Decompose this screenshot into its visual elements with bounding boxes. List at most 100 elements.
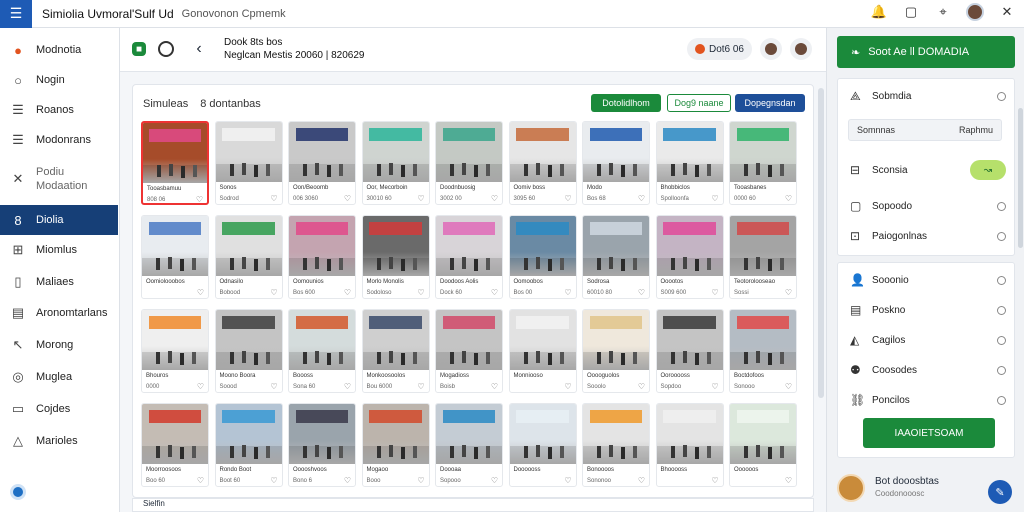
favorite-icon[interactable]: ♡ [197, 476, 204, 485]
option-row[interactable]: ⊡ Paiogonlnas [850, 225, 1006, 247]
asset-card[interactable]: Mogadioss Boisb ♡ [435, 309, 503, 393]
asset-card[interactable]: Oomounios Bos 600 ♡ [288, 215, 356, 299]
user-avatar[interactable] [966, 3, 984, 21]
asset-card[interactable]: Oomiolooobos ♡ [141, 215, 209, 299]
radio-button[interactable] [997, 91, 1006, 101]
favorite-icon[interactable]: ♡ [344, 476, 351, 485]
favorite-icon[interactable]: ♡ [564, 194, 571, 203]
option-row[interactable]: ◭ Cagilos [850, 329, 1006, 351]
favorite-icon[interactable]: ♡ [491, 288, 498, 297]
favorite-icon[interactable]: ♡ [417, 476, 424, 485]
asset-card[interactable]: Bhouros 0000 ♡ [141, 309, 209, 393]
favorite-icon[interactable]: ♡ [785, 382, 792, 391]
sidebar-item-podiu[interactable]: ✕ Podiu Modaation [0, 162, 118, 196]
option-row[interactable]: ⚉ Coosodes [850, 359, 1006, 381]
option-row[interactable]: ⊟ Sconsia ↝ [850, 159, 1006, 181]
asset-card[interactable]: Boooss Sona 60 ♡ [288, 309, 356, 393]
asset-card[interactable]: Bhobbiclos Spolloonfa ♡ [655, 121, 724, 205]
asset-card[interactable]: Oorooooss Sopdoo ♡ [655, 309, 724, 393]
asset-card[interactable]: Odnasilo Bobood ♡ [214, 215, 283, 299]
option-row[interactable]: ▢ Sopoodo [850, 195, 1006, 217]
status-dot-icon[interactable] [10, 484, 26, 500]
favorite-icon[interactable]: ♡ [270, 382, 277, 391]
favorite-icon[interactable]: ♡ [197, 382, 204, 391]
favorite-icon[interactable]: ♡ [711, 288, 718, 297]
radio-button[interactable] [997, 365, 1006, 375]
favorite-icon[interactable]: ♡ [270, 288, 277, 297]
sidebar-item-modnotia[interactable]: ● Modnotia [0, 36, 118, 64]
sidebar-item-maliaes[interactable]: ▯ Maliaes [0, 268, 118, 296]
sidebar-item-muglea[interactable]: ◎ Muglea [0, 363, 118, 391]
sidebar-item-modonrans[interactable]: ☰ Modonrans [0, 126, 118, 154]
radio-button[interactable] [997, 275, 1006, 285]
favorite-icon[interactable]: ♡ [711, 382, 718, 391]
asset-card[interactable]: Doooaa Sopooo ♡ [435, 403, 503, 487]
asset-card[interactable]: Moono Boora Soood ♡ [214, 309, 283, 393]
back-icon[interactable]: ‹ [190, 40, 208, 58]
asset-card[interactable]: Oor, Mecorboin 30010 60 ♡ [361, 121, 430, 205]
asset-card[interactable]: Morlo Monolis Sodoloso ♡ [361, 215, 430, 299]
secondary-action-button[interactable]: Dog9 naane [667, 94, 731, 112]
favorite-icon[interactable]: ♡ [197, 288, 204, 297]
record-button[interactable] [158, 41, 174, 57]
favorite-icon[interactable]: ♡ [196, 195, 203, 203]
asset-card[interactable]: Ooootos S009 600 ♡ [655, 215, 724, 299]
option-row[interactable]: ▤ Poskno [850, 299, 1006, 321]
favorite-icon[interactable]: ♡ [417, 288, 424, 297]
tab-dontanbas[interactable]: 8 dontanbas [200, 95, 261, 113]
app-badge-icon[interactable]: ■ [132, 42, 146, 56]
favorite-icon[interactable]: ♡ [491, 476, 498, 485]
favorite-icon[interactable]: ♡ [564, 382, 571, 391]
chat-fab-icon[interactable]: ✎ [988, 480, 1012, 504]
radio-button[interactable] [997, 395, 1006, 405]
toggle-switch[interactable]: ↝ [970, 160, 1006, 180]
favorite-icon[interactable]: ♡ [270, 194, 277, 203]
sidebar-item-aronomtarlans[interactable]: ▤ Aronomtarlans [0, 299, 118, 327]
radio-button[interactable] [997, 231, 1006, 241]
favorite-icon[interactable]: ♡ [564, 288, 571, 297]
avatar[interactable] [837, 474, 865, 502]
radio-button[interactable] [997, 335, 1006, 345]
asset-card[interactable]: Oon/Beoomb 006 3060 ♡ [288, 121, 356, 205]
sidebar-item-miomlus[interactable]: ⊞ Miomlus [0, 236, 118, 264]
option-row[interactable]: 👤 Sooonio [850, 269, 1006, 291]
favorite-icon[interactable]: ♡ [638, 476, 645, 485]
asset-card[interactable]: Tooasbamuu 808 06 ♡ [141, 121, 209, 205]
notification-icon[interactable]: 🔔 [870, 3, 888, 21]
favorite-icon[interactable]: ♡ [417, 194, 424, 203]
asset-card[interactable]: Ooooguolos Sooolo ♡ [582, 309, 650, 393]
panel-header-button[interactable]: ❧ Soot Ae ll DOMADIA [837, 36, 1015, 68]
favorite-icon[interactable]: ♡ [785, 288, 792, 297]
app-menu-icon[interactable]: ☰ [0, 0, 32, 28]
apply-button[interactable]: IAAOIETSOAM [863, 418, 995, 448]
setting-field[interactable]: Somnnas Raphmu [848, 119, 1002, 141]
favorite-icon[interactable]: ♡ [491, 194, 498, 203]
window-icon[interactable]: ▢ [902, 3, 920, 21]
asset-card[interactable]: Monniooso ♡ [508, 309, 577, 393]
asset-card[interactable]: Bhooooss ♡ [655, 403, 724, 487]
favorite-icon[interactable]: ♡ [270, 476, 277, 485]
favorite-icon[interactable]: ♡ [711, 194, 718, 203]
favorite-icon[interactable]: ♡ [344, 288, 351, 297]
pin-icon[interactable]: ⌖ [934, 3, 952, 21]
sidebar-item-cojdes[interactable]: ▭ Cojdes [0, 395, 118, 423]
main-scrollbar[interactable] [818, 88, 824, 398]
favorite-icon[interactable]: ♡ [491, 382, 498, 391]
favorite-icon[interactable]: ♡ [344, 382, 351, 391]
asset-card[interactable]: Oomiv boss 3095 60 ♡ [508, 121, 577, 205]
asset-card[interactable]: Moorroosoos Boo 60 ♡ [141, 403, 209, 487]
asset-card[interactable]: Oooooos ♡ [729, 403, 797, 487]
asset-card[interactable]: Ooooshvoos Bono 6 ♡ [288, 403, 356, 487]
asset-card[interactable]: Teotorolooseao Sossi ♡ [729, 215, 797, 299]
right-scrollbar[interactable] [1018, 108, 1023, 248]
favorite-icon[interactable]: ♡ [344, 194, 351, 203]
favorite-icon[interactable]: ♡ [785, 194, 792, 203]
collaborator-avatar[interactable] [760, 38, 782, 60]
asset-card[interactable]: Rondo Boot Boot 60 ♡ [214, 403, 283, 487]
status-pill[interactable]: Dot6 06 [686, 38, 752, 60]
asset-card[interactable]: Sonos Sodrod ♡ [214, 121, 283, 205]
favorite-icon[interactable]: ♡ [711, 476, 718, 485]
asset-card[interactable]: Mogaoo Booo ♡ [361, 403, 430, 487]
close-icon[interactable]: ✕ [998, 3, 1016, 21]
asset-card[interactable]: Tooasbanes 0000 60 ♡ [729, 121, 797, 205]
